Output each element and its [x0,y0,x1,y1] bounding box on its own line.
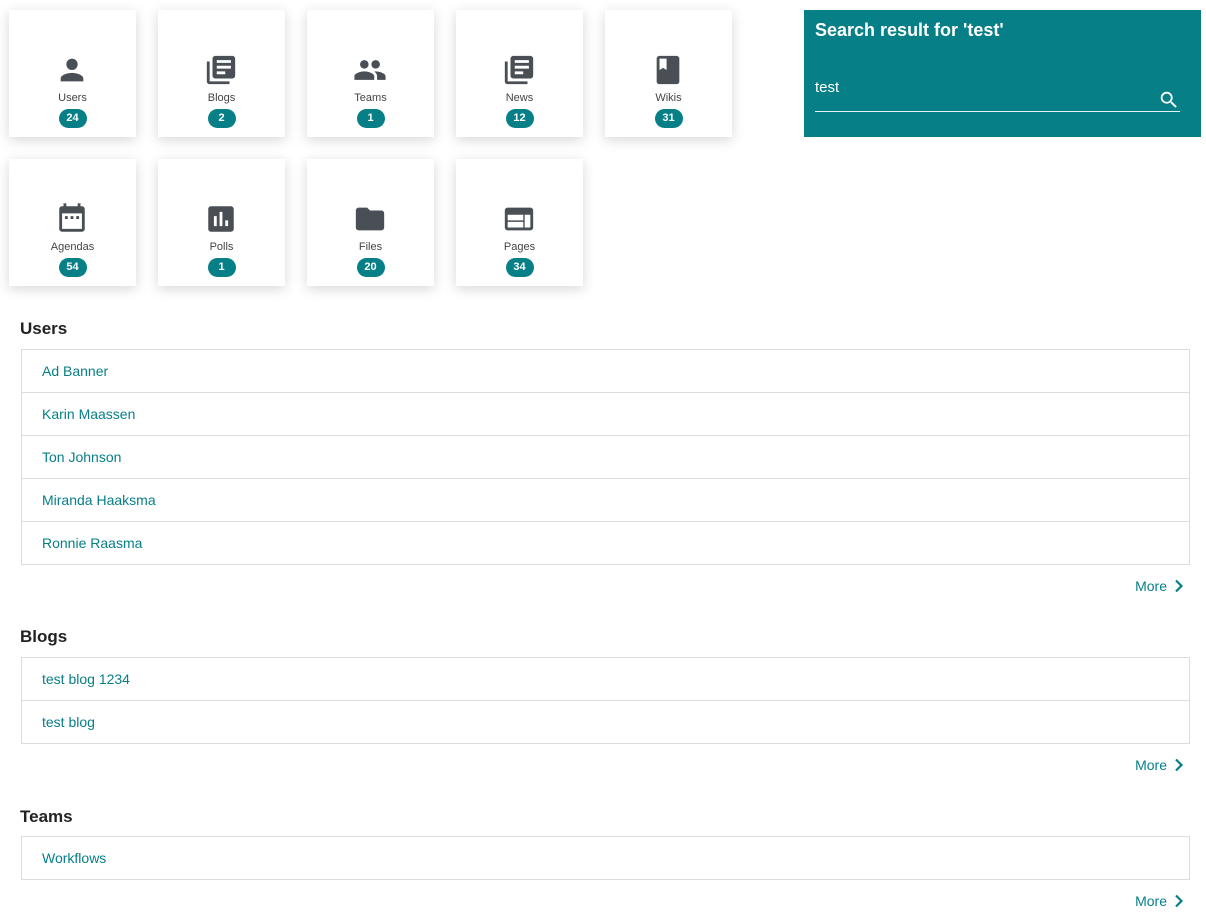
group-icon [354,60,386,80]
list-item[interactable]: Karin Maassen [22,393,1189,436]
count-badge: 24 [58,109,87,128]
tile-label: Blogs [207,92,236,104]
tile-teams[interactable]: Teams 1 [307,10,434,137]
tile-label: Pages [503,241,536,253]
tile-label: Files [358,241,383,253]
list-item[interactable]: test blog [22,701,1189,743]
teams-list: Workflows [21,836,1190,880]
tile-label: Agendas [50,241,95,253]
users-more-link[interactable]: More [1135,578,1184,594]
blog-icon [206,55,236,85]
tile-label: Wikis [655,92,682,104]
teams-more-link[interactable]: More [1135,893,1184,909]
poll-icon [208,206,234,232]
list-item[interactable]: Miranda Haaksma [22,479,1189,522]
tile-agendas[interactable]: Agendas 54 [9,159,136,286]
more-label: More [1135,578,1167,594]
blogs-list: test blog 1234 test blog [21,657,1190,744]
tile-polls[interactable]: Polls 1 [158,159,285,286]
chevron-right-icon [1175,758,1184,772]
search-icon[interactable] [1158,89,1180,111]
section-title-blogs: Blogs [20,627,68,646]
search-title: Search result for 'test' [815,20,1004,40]
count-badge: 1 [356,109,385,128]
count-badge: 12 [505,109,534,128]
tile-label: News [505,92,534,104]
tile-label: Polls [209,241,234,253]
count-badge: 54 [58,258,87,277]
chevron-right-icon [1175,579,1184,593]
tile-label: Teams [354,92,387,104]
tile-blogs[interactable]: Blogs 2 [158,10,285,137]
more-label: More [1135,893,1167,909]
search-panel: Search result for 'test' [804,10,1201,137]
book-icon [656,55,680,85]
search-field [815,76,1180,112]
page-layout-icon [504,207,534,231]
section-title-users: Users [20,319,68,338]
count-badge: 31 [654,109,683,128]
count-badge: 1 [207,258,236,277]
count-badge: 34 [505,258,534,277]
news-icon [504,55,534,85]
tile-files[interactable]: Files 20 [307,159,434,286]
calendar-icon [59,203,85,232]
tile-users[interactable]: Users 24 [9,10,136,137]
list-item[interactable]: Ad Banner [22,350,1189,393]
tile-news[interactable]: News 12 [456,10,583,137]
tile-pages[interactable]: Pages 34 [456,159,583,286]
list-item[interactable]: test blog 1234 [22,658,1189,701]
list-item[interactable]: Ronnie Raasma [22,522,1189,564]
blogs-more-link[interactable]: More [1135,757,1184,773]
tile-wikis[interactable]: Wikis 31 [605,10,732,137]
list-item[interactable]: Ton Johnson [22,436,1189,479]
folder-icon [355,207,385,231]
count-badge: 2 [207,109,236,128]
users-list: Ad Banner Karin Maassen Ton Johnson Mira… [21,349,1190,565]
chevron-right-icon [1175,894,1184,908]
more-label: More [1135,757,1167,773]
list-item[interactable]: Workflows [22,837,1189,879]
section-title-teams: Teams [20,807,73,826]
person-icon [60,58,84,82]
tile-label: Users [58,92,87,104]
search-input[interactable] [815,76,1145,98]
count-badge: 20 [356,258,385,277]
